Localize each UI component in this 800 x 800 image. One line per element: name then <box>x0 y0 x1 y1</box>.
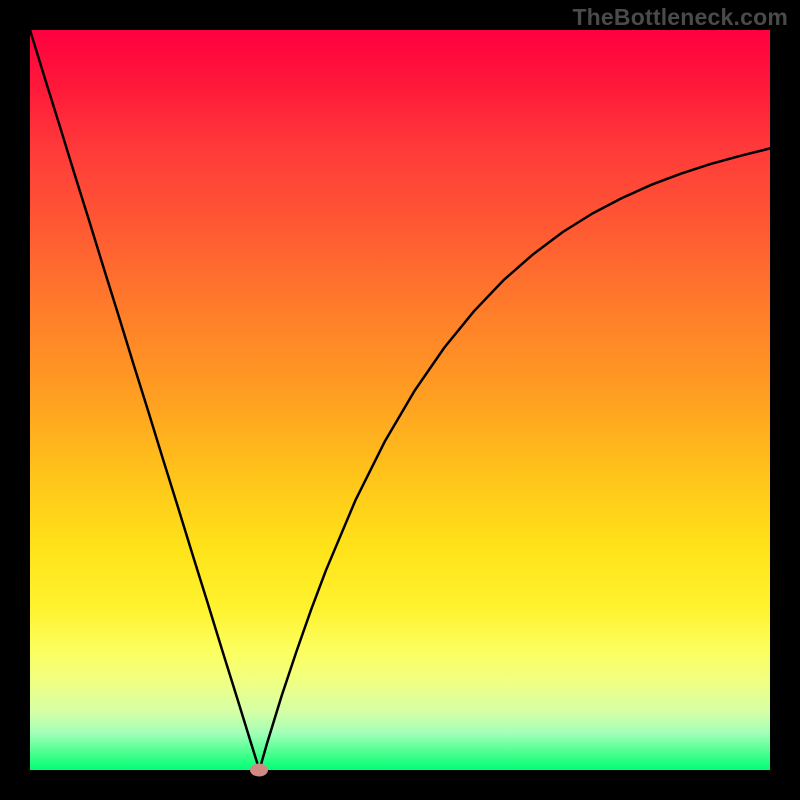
plot-area <box>30 30 770 770</box>
bottleneck-curve <box>30 30 770 770</box>
curve-path <box>30 30 770 770</box>
watermark-text: TheBottleneck.com <box>572 4 788 31</box>
minimum-dot <box>250 764 268 777</box>
chart-frame: TheBottleneck.com <box>0 0 800 800</box>
